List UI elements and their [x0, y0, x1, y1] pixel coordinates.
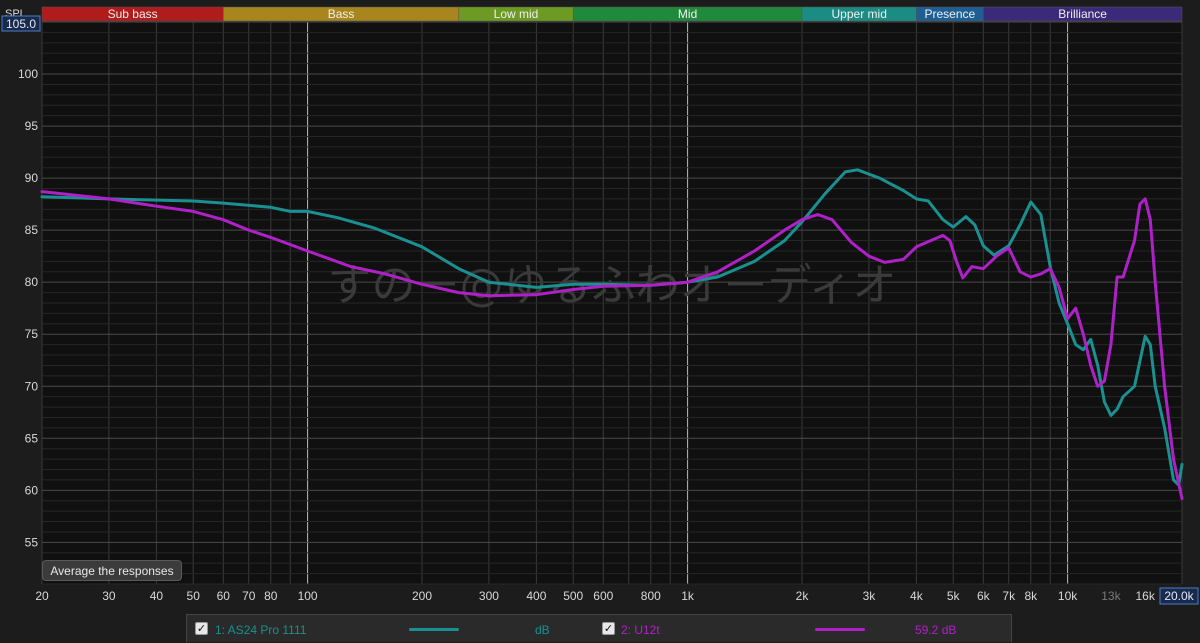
x-tick-50: 50	[187, 589, 201, 603]
legend-1-checkbox[interactable]: ✓	[195, 622, 208, 635]
band-label-4: Upper mid	[832, 7, 887, 21]
band-label-1: Bass	[328, 7, 355, 21]
legend-1-swatch	[409, 628, 459, 631]
legend-2-value: 59.2 dB	[915, 623, 957, 637]
y-tick-60: 60	[25, 483, 39, 497]
x-tick-70: 70	[242, 589, 256, 603]
x-tick-600: 600	[593, 589, 613, 603]
y-tick-95: 95	[25, 119, 39, 133]
x-tick-2k: 2k	[796, 589, 810, 603]
x-tick-500: 500	[563, 589, 583, 603]
x-tick-30: 30	[102, 589, 116, 603]
y-tick-90: 90	[25, 171, 39, 185]
band-label-5: Presence	[924, 7, 975, 21]
x-tick-100: 100	[298, 589, 318, 603]
legend-1-name[interactable]: 1: AS24 Pro 1111	[215, 623, 306, 637]
x-tick-40: 40	[150, 589, 164, 603]
x-tick-3k: 3k	[863, 589, 877, 603]
legend-2-checkbox[interactable]: ✓	[602, 622, 615, 635]
x-tick-300: 300	[479, 589, 499, 603]
y-tick-100: 100	[18, 67, 38, 81]
x-tick-60: 60	[217, 589, 231, 603]
x-tick-6k: 6k	[977, 589, 991, 603]
x-tick-800: 800	[641, 589, 661, 603]
frequency-bands: Sub bass Bass Low mid Mid Upper mid Presence B…	[41, 6, 1183, 22]
x-tick-5k: 5k	[947, 589, 961, 603]
legend-2-swatch	[815, 628, 865, 631]
y-tick-85: 85	[25, 223, 39, 237]
y-tick-75: 75	[25, 327, 39, 341]
x-max-value: 20.0k	[1164, 589, 1194, 603]
x-tick-7k: 7k	[1002, 589, 1016, 603]
y-tick-70: 70	[25, 379, 39, 393]
x-tick-8k: 8k	[1024, 589, 1038, 603]
y-max-value: 105.0	[6, 17, 36, 31]
x-tick-4k: 4k	[910, 589, 924, 603]
band-label-0: Sub bass	[108, 7, 158, 21]
y-tick-55: 55	[25, 535, 39, 549]
x-tick-13k: 13k	[1101, 589, 1121, 603]
x-tick-1k: 1k	[681, 589, 695, 603]
x-tick-80: 80	[264, 589, 278, 603]
x-tick-200: 200	[412, 589, 432, 603]
x-tick-20: 20	[35, 589, 49, 603]
legend-1-value: dB	[535, 623, 550, 637]
band-label-6: Brilliance	[1058, 7, 1107, 21]
legend-item-1: ✓ 1: AS24 Pro 1111 dB	[187, 615, 597, 643]
x-tick-10k: 10k	[1058, 589, 1078, 603]
average-responses-button[interactable]: Average the responses	[42, 560, 182, 581]
legend-item-2: ✓ 2: U12t 59.2 dB	[597, 615, 1011, 643]
band-label-2: Low mid	[494, 7, 539, 21]
y-tick-65: 65	[25, 431, 39, 445]
x-tick-400: 400	[526, 589, 546, 603]
y-tick-80: 80	[25, 275, 39, 289]
band-label-3: Mid	[678, 7, 697, 21]
frequency-response-chart[interactable]: Sub bass Bass Low mid Mid Upper mid Presence B…	[0, 0, 1200, 642]
x-tick-16k: 16k	[1135, 589, 1155, 603]
legend-bar: ✓ 1: AS24 Pro 1111 dB ✓ 2: U12t 59.2 dB	[186, 614, 1012, 642]
legend-2-name[interactable]: 2: U12t	[621, 623, 660, 637]
